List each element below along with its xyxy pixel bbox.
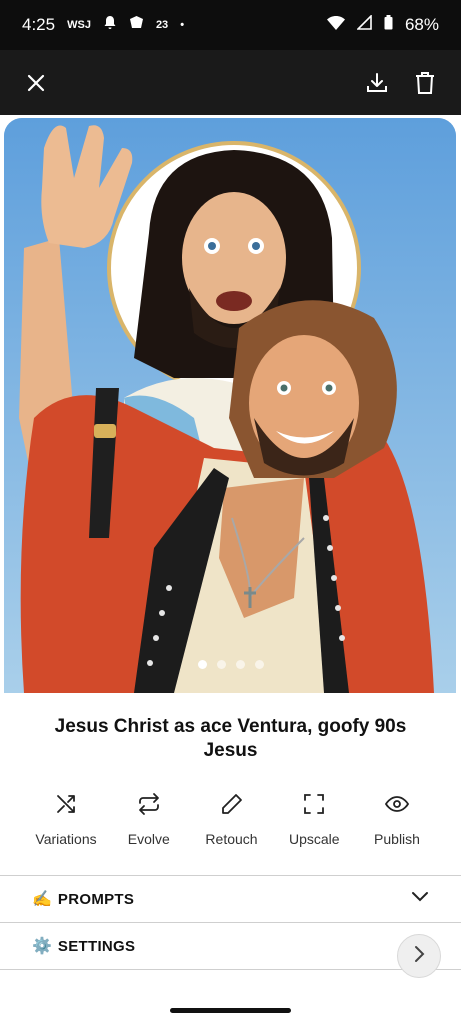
settings-label: SETTINGS <box>57 937 136 955</box>
expand-icon <box>302 792 326 821</box>
action-bar: Variations Evolve Retouch Upscale Publis… <box>26 792 437 847</box>
cell-signal-icon <box>356 14 372 35</box>
image-pager <box>0 660 461 669</box>
variations-button[interactable]: Variations <box>26 792 106 847</box>
wsj-notification-icon: WSJ <box>67 19 91 31</box>
toolbar-right <box>363 69 439 97</box>
pager-dot[interactable] <box>216 660 226 669</box>
top-toolbar <box>0 50 461 115</box>
evolve-label: Evolve <box>127 831 170 847</box>
gear-icon: ⚙️ <box>32 938 52 955</box>
shuffle-icon <box>54 792 78 821</box>
download-icon[interactable] <box>363 69 391 97</box>
status-time: 4:25 <box>22 15 56 34</box>
chevron-down-icon[interactable] <box>411 890 429 908</box>
status-right: 68% <box>326 14 439 35</box>
pager-dot[interactable] <box>197 660 207 669</box>
divider <box>0 969 461 970</box>
prompts-section-header[interactable]: ✍️ PROMPTS <box>0 876 461 922</box>
variations-label: Variations <box>35 831 97 847</box>
pencil-icon <box>220 792 244 821</box>
status-number: 23 <box>155 19 169 31</box>
retouch-label: Retouch <box>205 831 258 847</box>
pager-dot[interactable] <box>254 660 264 669</box>
writing-hand-icon: ✍️ <box>32 891 52 908</box>
eye-icon <box>384 792 410 821</box>
pager-dot[interactable] <box>235 660 245 669</box>
battery-icon <box>384 15 393 35</box>
hockey-logo-icon <box>129 15 144 35</box>
home-indicator[interactable] <box>170 1008 291 1013</box>
wifi-icon <box>326 15 345 35</box>
battery-percent: 68% <box>404 15 439 34</box>
generated-image[interactable] <box>4 118 456 693</box>
status-bar: 4:25 WSJ 23 • 68% <box>0 0 461 50</box>
trash-icon[interactable] <box>411 69 439 97</box>
chevron-right-icon <box>413 945 425 968</box>
status-dot: • <box>180 19 185 31</box>
image-title: Jesus Christ as ace Ventura, goofy 90s J… <box>54 716 407 761</box>
close-icon[interactable] <box>22 69 50 97</box>
next-image-button[interactable] <box>397 934 441 978</box>
upscale-button[interactable]: Upscale <box>274 792 354 847</box>
upscale-label: Upscale <box>288 831 340 847</box>
bell-icon <box>103 15 117 35</box>
publish-button[interactable]: Publish <box>357 792 437 847</box>
publish-label: Publish <box>374 831 420 847</box>
retouch-button[interactable]: Retouch <box>192 792 272 847</box>
evolve-button[interactable]: Evolve <box>109 792 189 847</box>
repeat-icon <box>137 792 161 821</box>
status-left: 4:25 WSJ 23 • <box>22 15 184 35</box>
settings-section-header[interactable]: ⚙️ SETTINGS <box>0 923 461 969</box>
prompts-label: PROMPTS <box>57 890 135 908</box>
